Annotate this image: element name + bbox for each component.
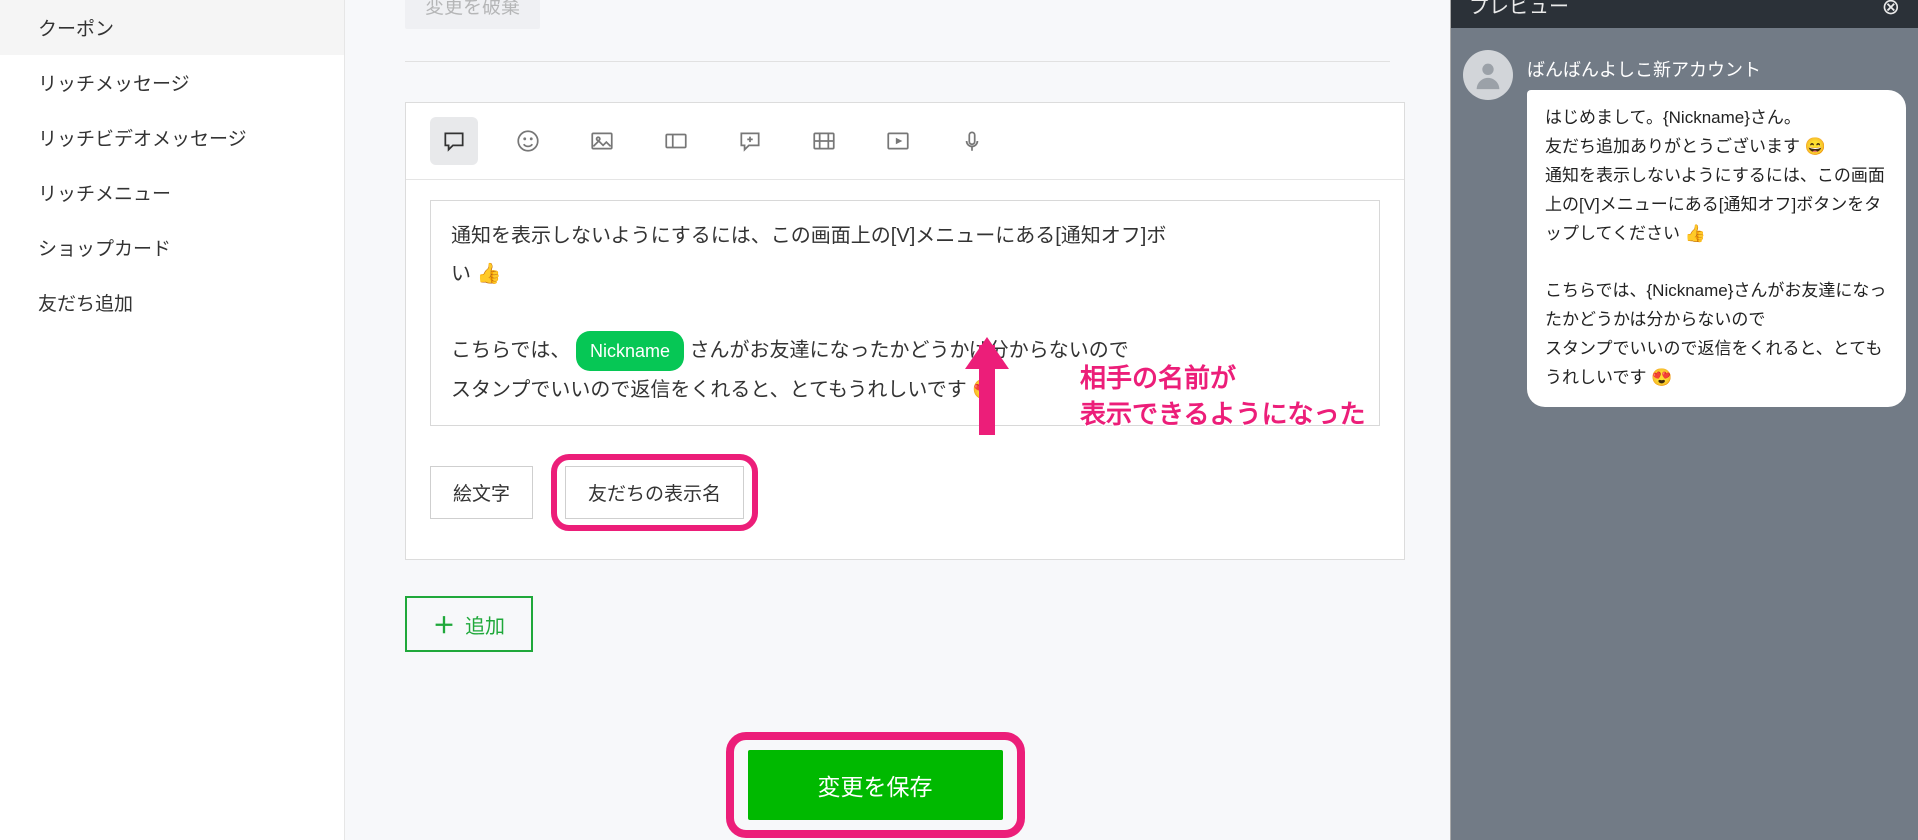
emoji-tool-button[interactable]: [504, 117, 552, 165]
rich-video-tool-button[interactable]: [800, 117, 848, 165]
preview-bubble: はじめまして。{Nickname}さん。 友だち追加ありがとうございます 😄 通…: [1527, 90, 1906, 407]
highlight-friendname: 友だちの表示名: [551, 454, 758, 531]
sidebar-item-rich-video-message[interactable]: リッチビデオメッセージ: [0, 110, 344, 165]
coupon-tool-button[interactable]: [652, 117, 700, 165]
sidebar-item-coupon[interactable]: クーポン: [0, 0, 344, 55]
msg-line1: 通知を表示しないようにするには、この画面上の[V]メニューにある[通知オフ]ボ: [451, 225, 1166, 247]
coupon-icon: [663, 128, 689, 154]
sidebar-item-label: ショップカード: [38, 239, 171, 260]
sidebar-item-add-friend[interactable]: 友だち追加: [0, 275, 344, 330]
person-icon: [1471, 58, 1505, 92]
voice-tool-button[interactable]: [948, 117, 996, 165]
editor-toolbar: [406, 103, 1404, 180]
preview-chat-body: ばんばんよしこ新アカウント はじめまして。{Nickname}さん。 友だち追加…: [1451, 28, 1918, 429]
msg-line1-tail: い 👍: [451, 263, 501, 285]
add-label: 追加: [465, 610, 505, 639]
divider: [405, 61, 1390, 62]
sidebar-item-rich-menu[interactable]: リッチメニュー: [0, 165, 344, 220]
sidebar-item-label: 友だち追加: [38, 294, 133, 315]
play-square-icon: [885, 128, 911, 154]
speech-bubble-icon: [441, 128, 467, 154]
close-icon[interactable]: ⊗: [1882, 0, 1900, 20]
video-grid-icon: [811, 128, 837, 154]
microphone-icon: [959, 128, 985, 154]
msg-line3: スタンプでいいので返信をくれると、とてもうれしいです 😍: [451, 379, 997, 401]
sidebar-item-label: クーポン: [38, 19, 114, 40]
friend-display-name-button[interactable]: 友だちの表示名: [565, 466, 744, 519]
message-editor-card: 通知を表示しないようにするには、この画面上の[V]メニューにある[通知オフ]ボ …: [405, 102, 1405, 560]
text-tool-button[interactable]: [430, 117, 478, 165]
sidebar-item-shop-card[interactable]: ショップカード: [0, 220, 344, 275]
preview-account-name: ばんばんよしこ新アカウント: [1527, 56, 1906, 82]
preview-header: プレビュー ⊗: [1451, 0, 1918, 28]
preview-panel: プレビュー ⊗ ばんばんよしこ新アカウント はじめまして。{Nickname}さ…: [1450, 0, 1918, 840]
plus-icon: ＋: [433, 608, 455, 640]
editor-bottom-buttons: 絵文字 友だちの表示名: [406, 440, 1404, 559]
emoji-insert-button[interactable]: 絵文字: [430, 466, 533, 519]
sidebar-item-label: リッチメニュー: [38, 184, 171, 205]
sidebar: クーポン リッチメッセージ リッチビデオメッセージ リッチメニュー ショップカー…: [0, 0, 345, 840]
video-tool-button[interactable]: [874, 117, 922, 165]
smiley-icon: [515, 128, 541, 154]
add-message-button[interactable]: ＋ 追加: [405, 596, 533, 652]
highlight-save: 変更を保存: [726, 732, 1025, 838]
image-icon: [589, 128, 615, 154]
msg-line2-pre: こちらでは、: [451, 339, 570, 361]
save-row: 変更を保存: [345, 732, 1405, 838]
discard-changes-button[interactable]: 変更を破棄: [405, 0, 540, 29]
msg-line2-mid: さんがお友達になったかどうかは分からないので: [690, 339, 1129, 361]
sidebar-item-label: リッチビデオメッセージ: [38, 129, 247, 150]
sidebar-item-rich-message[interactable]: リッチメッセージ: [0, 55, 344, 110]
rich-message-tool-button[interactable]: [726, 117, 774, 165]
annotation-arrow: [957, 335, 1017, 450]
main-content: 変更を破棄: [345, 0, 1450, 840]
annotation-text: 相手の名前が 表示できるようになった: [1080, 360, 1365, 433]
avatar: [1463, 50, 1513, 100]
preview-title: プレビュー: [1469, 0, 1569, 19]
nickname-chip[interactable]: Nickname: [576, 331, 684, 371]
speech-plus-icon: [737, 128, 763, 154]
sidebar-item-label: リッチメッセージ: [38, 74, 190, 95]
save-changes-button[interactable]: 変更を保存: [748, 750, 1003, 820]
image-tool-button[interactable]: [578, 117, 626, 165]
chat-row: ばんばんよしこ新アカウント はじめまして。{Nickname}さん。 友だち追加…: [1463, 50, 1906, 407]
